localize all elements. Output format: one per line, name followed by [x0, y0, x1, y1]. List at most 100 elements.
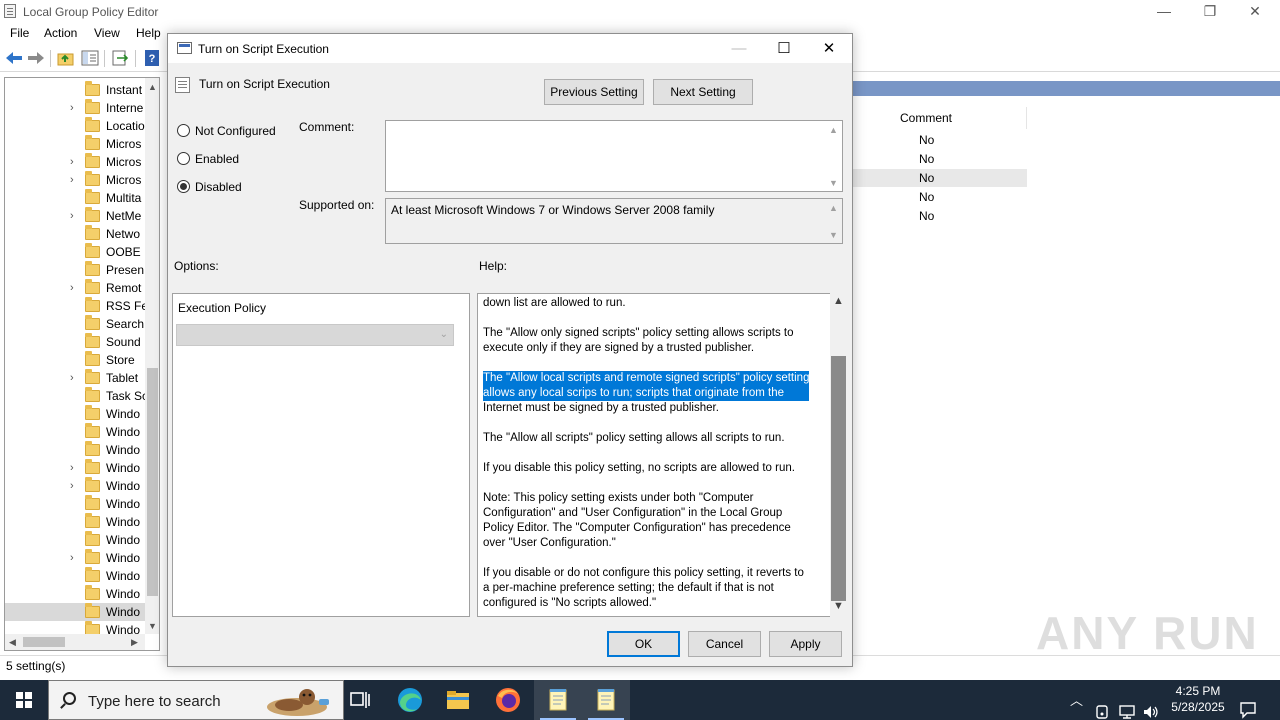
tree-item[interactable]: Locatio [5, 117, 145, 135]
chevron-right-icon[interactable]: › [70, 102, 74, 114]
menu-view[interactable]: View [94, 26, 120, 40]
comment-cell[interactable]: No [919, 152, 934, 166]
menu-action[interactable]: Action [44, 26, 77, 40]
help-scrollbar[interactable]: ▲ ▼ [830, 293, 847, 617]
tree-item[interactable]: Windo [5, 585, 145, 603]
scroll-up-icon[interactable]: ▲ [829, 125, 838, 135]
tree-scroll-thumb[interactable] [147, 368, 158, 596]
tree-item[interactable]: Windo [5, 513, 145, 531]
help-text-panel[interactable]: down list are allowed to run. The "Allow… [477, 293, 831, 617]
radio-button[interactable] [177, 152, 190, 165]
chevron-right-icon[interactable]: › [70, 552, 74, 564]
tree-item[interactable]: › Windo [5, 549, 145, 567]
device-icon[interactable] [1094, 692, 1110, 720]
tree-item[interactable]: Search [5, 315, 145, 333]
task-view-button[interactable] [336, 680, 384, 720]
file-explorer-button[interactable] [434, 680, 482, 720]
chevron-right-icon[interactable]: › [70, 174, 74, 186]
tree-item[interactable]: Windo [5, 405, 145, 423]
scroll-down-icon[interactable]: ▼ [829, 230, 838, 240]
notifications-icon[interactable] [1238, 690, 1258, 720]
menu-help[interactable]: Help [136, 26, 161, 40]
tree-item[interactable]: › NetMe [5, 207, 145, 225]
minimize-button[interactable]: — [1141, 0, 1187, 23]
scroll-down-icon[interactable]: ▼ [829, 178, 838, 188]
ok-button[interactable]: OK [607, 631, 680, 657]
tree-vertical-scrollbar[interactable]: ▲ ▼ [145, 78, 159, 634]
chevron-up-icon[interactable]: ︿ [1070, 690, 1083, 720]
scroll-down-icon[interactable]: ▼ [833, 600, 844, 612]
scroll-up-icon[interactable]: ▲ [148, 82, 157, 92]
tree-item[interactable]: Windo [5, 531, 145, 549]
tree-item[interactable]: › Windo [5, 459, 145, 477]
volume-icon[interactable] [1142, 692, 1160, 720]
tree-item[interactable]: Task Sc [5, 387, 148, 405]
chevron-right-icon[interactable]: › [70, 372, 74, 384]
tree-item[interactable]: › Tablet [5, 369, 145, 387]
tree-pane[interactable]: Instant › Interne Locatio Micros › Micros › Micr… [4, 77, 160, 651]
tree-item[interactable]: › Micros [5, 153, 145, 171]
tree-item[interactable]: OOBE [5, 243, 145, 261]
scroll-left-icon[interactable]: ◀ [9, 637, 16, 648]
tree-item[interactable]: Windo [5, 423, 145, 441]
tree-item[interactable]: › Interne [5, 99, 145, 117]
forward-arrow-icon[interactable] [27, 50, 45, 66]
scroll-up-icon[interactable]: ▲ [833, 295, 844, 307]
chevron-right-icon[interactable]: › [70, 210, 74, 222]
tree-horizontal-scrollbar[interactable]: ◀ ▶ [5, 634, 145, 650]
tree-item[interactable]: Sound [5, 333, 145, 351]
edge-button[interactable] [386, 680, 434, 720]
previous-setting-button[interactable]: Previous Setting [544, 79, 644, 105]
tree-item[interactable]: Netwo [5, 225, 145, 243]
tree-item[interactable]: › Windo [5, 477, 145, 495]
help-scroll-thumb[interactable] [831, 356, 846, 601]
tree-hscroll-thumb[interactable] [23, 637, 65, 647]
radio-button[interactable] [177, 124, 190, 137]
notepad-button[interactable] [534, 680, 582, 720]
scroll-up-icon[interactable]: ▲ [829, 203, 838, 213]
tree-item[interactable]: Store [5, 351, 145, 369]
chevron-right-icon[interactable]: › [70, 462, 74, 474]
notepad-button[interactable] [582, 680, 630, 720]
tree-item[interactable]: Instant [5, 81, 145, 99]
tree-item[interactable]: RSS Fe [5, 297, 148, 315]
tree-item[interactable]: › Micros [5, 171, 145, 189]
settings-list-pane[interactable]: Comment No No No No No [852, 77, 1280, 651]
scroll-down-icon[interactable]: ▼ [148, 621, 157, 631]
comment-cell[interactable]: No [919, 133, 934, 147]
cancel-button[interactable]: Cancel [688, 631, 761, 657]
help-icon[interactable]: ? [143, 50, 161, 66]
tree-item[interactable]: › Remot [5, 279, 145, 297]
radio-button-checked[interactable] [177, 180, 190, 193]
tree-item[interactable]: Windo [5, 495, 145, 513]
chevron-right-icon[interactable]: › [70, 156, 74, 168]
export-list-icon[interactable] [111, 50, 129, 66]
tree-item[interactable]: Multita [5, 189, 145, 207]
apply-button[interactable]: Apply [769, 631, 842, 657]
comment-cell[interactable]: No [919, 190, 934, 204]
scroll-right-icon[interactable]: ▶ [131, 637, 138, 648]
taskbar-search-box[interactable]: Type here to search [48, 680, 344, 720]
start-button[interactable] [0, 680, 48, 720]
dialog-maximize-button[interactable]: ☐ [761, 36, 807, 62]
tree-item[interactable]: Windo [5, 603, 145, 621]
up-folder-icon[interactable] [57, 50, 75, 66]
tree-item[interactable]: Presen [5, 261, 145, 279]
close-button[interactable]: ✕ [1232, 0, 1278, 23]
comment-cell[interactable]: No [919, 171, 934, 185]
column-header-comment[interactable]: Comment [900, 111, 952, 125]
menu-file[interactable]: File [10, 26, 29, 40]
chevron-right-icon[interactable]: › [70, 282, 74, 294]
dialog-close-button[interactable]: ✕ [806, 36, 852, 62]
supported-scrollbar[interactable]: ▲ ▼ [826, 200, 841, 242]
next-setting-button[interactable]: Next Setting [653, 79, 753, 105]
tree-item[interactable]: Windo [5, 567, 145, 585]
firefox-button[interactable] [484, 680, 532, 720]
comment-scrollbar[interactable]: ▲ ▼ [826, 122, 841, 190]
taskbar-clock[interactable]: 4:25 PM 5/28/2025 [1160, 683, 1236, 715]
show-hide-tree-icon[interactable] [81, 50, 99, 66]
chevron-right-icon[interactable]: › [70, 480, 74, 492]
comment-cell[interactable]: No [919, 209, 934, 223]
comment-textarea[interactable]: ▲ ▼ [385, 120, 843, 192]
tree-item[interactable]: Windo [5, 441, 145, 459]
